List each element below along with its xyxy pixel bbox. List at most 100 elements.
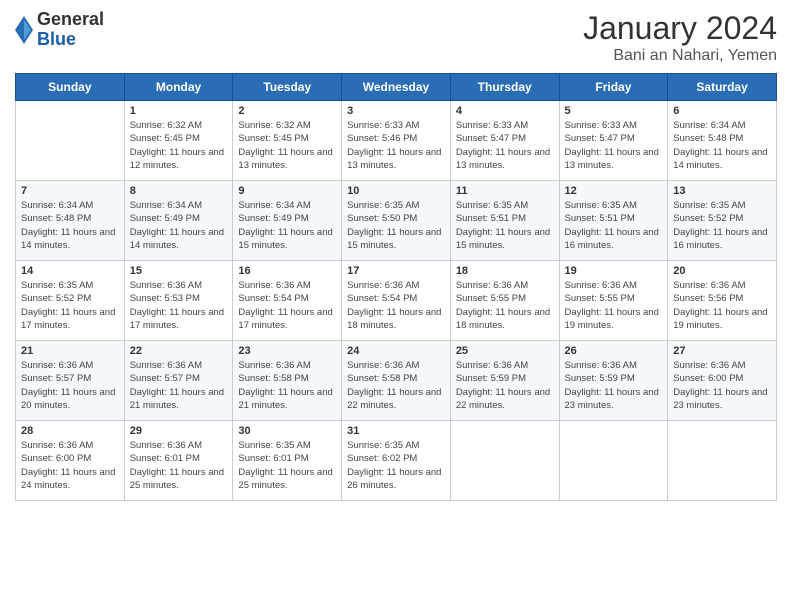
- calendar-week-row: 1Sunrise: 6:32 AMSunset: 5:45 PMDaylight…: [16, 101, 777, 181]
- date-number: 9: [238, 185, 336, 197]
- logo-general: General: [37, 10, 104, 30]
- calendar-cell: 12 Sunrise: 6:35 AMSunset: 5:51 PMDayligh…: [559, 181, 668, 261]
- main-title: January 2024: [583, 10, 777, 47]
- header: General Blue January 2024 Bani an Nahari…: [15, 10, 777, 65]
- cell-details: Sunrise: 6:36 AMSunset: 5:57 PMDaylight:…: [130, 359, 228, 412]
- cell-details: Sunrise: 6:34 AMSunset: 5:48 PMDaylight:…: [21, 199, 119, 252]
- cell-details: Sunrise: 6:35 AMSunset: 6:01 PMDaylight:…: [238, 439, 336, 492]
- calendar-week-row: 14 Sunrise: 6:35 AMSunset: 5:52 PMDayligh…: [16, 261, 777, 341]
- cell-details: Sunrise: 6:36 AMSunset: 5:55 PMDaylight:…: [456, 279, 554, 332]
- calendar-cell: 30 Sunrise: 6:35 AMSunset: 6:01 PMDayligh…: [233, 421, 342, 501]
- calendar-cell: 17 Sunrise: 6:36 AMSunset: 5:54 PMDayligh…: [342, 261, 451, 341]
- date-number: 1: [130, 105, 228, 117]
- date-number: 26: [565, 345, 663, 357]
- date-number: 3: [347, 105, 445, 117]
- calendar-cell: [450, 421, 559, 501]
- calendar-table: SundayMondayTuesdayWednesdayThursdayFrid…: [15, 73, 777, 501]
- calendar-cell: 1Sunrise: 6:32 AMSunset: 5:45 PMDaylight…: [124, 101, 233, 181]
- calendar-cell: 11 Sunrise: 6:35 AMSunset: 5:51 PMDayligh…: [450, 181, 559, 261]
- date-number: 16: [238, 265, 336, 277]
- cell-details: Sunrise: 6:35 AMSunset: 5:51 PMDaylight:…: [565, 199, 663, 252]
- cell-details: Sunrise: 6:36 AMSunset: 5:56 PMDaylight:…: [673, 279, 771, 332]
- day-header: Thursday: [450, 74, 559, 101]
- day-header: Sunday: [16, 74, 125, 101]
- calendar-cell: 13Sunrise: 6:35 AMSunset: 5:52 PMDayligh…: [668, 181, 777, 261]
- cell-details: Sunrise: 6:36 AMSunset: 6:00 PMDaylight:…: [673, 359, 771, 412]
- day-header: Saturday: [668, 74, 777, 101]
- header-row: SundayMondayTuesdayWednesdayThursdayFrid…: [16, 74, 777, 101]
- date-number: 4: [456, 105, 554, 117]
- cell-details: Sunrise: 6:36 AMSunset: 5:57 PMDaylight:…: [21, 359, 119, 412]
- calendar-cell: 23 Sunrise: 6:36 AMSunset: 5:58 PMDayligh…: [233, 341, 342, 421]
- calendar-cell: 24 Sunrise: 6:36 AMSunset: 5:58 PMDayligh…: [342, 341, 451, 421]
- day-header: Tuesday: [233, 74, 342, 101]
- cell-details: Sunrise: 6:33 AMSunset: 5:46 PMDaylight:…: [347, 119, 445, 172]
- date-number: 30: [238, 425, 336, 437]
- date-number: 23: [238, 345, 336, 357]
- date-number: 17: [347, 265, 445, 277]
- date-number: 25: [456, 345, 554, 357]
- date-number: 28: [21, 425, 119, 437]
- cell-details: Sunrise: 6:36 AMSunset: 5:59 PMDaylight:…: [565, 359, 663, 412]
- day-header: Friday: [559, 74, 668, 101]
- date-number: 24: [347, 345, 445, 357]
- cell-details: Sunrise: 6:36 AMSunset: 6:01 PMDaylight:…: [130, 439, 228, 492]
- date-number: 6: [673, 105, 771, 117]
- cell-details: Sunrise: 6:34 AMSunset: 5:49 PMDaylight:…: [238, 199, 336, 252]
- calendar-week-row: 7 Sunrise: 6:34 AMSunset: 5:48 PMDaylight…: [16, 181, 777, 261]
- calendar-cell: 15Sunrise: 6:36 AMSunset: 5:53 PMDayligh…: [124, 261, 233, 341]
- calendar-cell: [559, 421, 668, 501]
- calendar-week-row: 21 Sunrise: 6:36 AMSunset: 5:57 PMDayligh…: [16, 341, 777, 421]
- calendar-cell: 4 Sunrise: 6:33 AMSunset: 5:47 PMDaylight…: [450, 101, 559, 181]
- cell-details: Sunrise: 6:36 AMSunset: 5:59 PMDaylight:…: [456, 359, 554, 412]
- calendar-cell: 6 Sunrise: 6:34 AMSunset: 5:48 PMDaylight…: [668, 101, 777, 181]
- calendar-cell: 9 Sunrise: 6:34 AMSunset: 5:49 PMDaylight…: [233, 181, 342, 261]
- date-number: 21: [21, 345, 119, 357]
- date-number: 18: [456, 265, 554, 277]
- cell-details: Sunrise: 6:36 AMSunset: 6:00 PMDaylight:…: [21, 439, 119, 492]
- cell-details: Sunrise: 6:36 AMSunset: 5:54 PMDaylight:…: [238, 279, 336, 332]
- date-number: 10: [347, 185, 445, 197]
- calendar-cell: 7 Sunrise: 6:34 AMSunset: 5:48 PMDaylight…: [16, 181, 125, 261]
- date-number: 27: [673, 345, 771, 357]
- cell-details: Sunrise: 6:35 AMSunset: 5:51 PMDaylight:…: [456, 199, 554, 252]
- date-number: 13: [673, 185, 771, 197]
- cell-details: Sunrise: 6:36 AMSunset: 5:53 PMDaylight:…: [130, 279, 228, 332]
- logo: General Blue: [15, 10, 104, 50]
- date-number: 11: [456, 185, 554, 197]
- calendar-cell: [668, 421, 777, 501]
- calendar-cell: 19Sunrise: 6:36 AMSunset: 5:55 PMDayligh…: [559, 261, 668, 341]
- calendar-cell: [16, 101, 125, 181]
- calendar-cell: 3 Sunrise: 6:33 AMSunset: 5:46 PMDaylight…: [342, 101, 451, 181]
- cell-details: Sunrise: 6:36 AMSunset: 5:55 PMDaylight:…: [565, 279, 663, 332]
- date-number: 12: [565, 185, 663, 197]
- calendar-cell: 10Sunrise: 6:35 AMSunset: 5:50 PMDayligh…: [342, 181, 451, 261]
- calendar-cell: 20 Sunrise: 6:36 AMSunset: 5:56 PMDayligh…: [668, 261, 777, 341]
- cell-details: Sunrise: 6:34 AMSunset: 5:48 PMDaylight:…: [673, 119, 771, 172]
- date-number: 22: [130, 345, 228, 357]
- calendar-week-row: 28 Sunrise: 6:36 AMSunset: 6:00 PMDayligh…: [16, 421, 777, 501]
- subtitle: Bani an Nahari, Yemen: [583, 47, 777, 65]
- calendar-cell: 27 Sunrise: 6:36 AMSunset: 6:00 PMDayligh…: [668, 341, 777, 421]
- cell-details: Sunrise: 6:36 AMSunset: 5:54 PMDaylight:…: [347, 279, 445, 332]
- logo-text: General Blue: [37, 10, 104, 50]
- calendar-cell: 21 Sunrise: 6:36 AMSunset: 5:57 PMDayligh…: [16, 341, 125, 421]
- cell-details: Sunrise: 6:35 AMSunset: 5:52 PMDaylight:…: [21, 279, 119, 332]
- date-number: 31: [347, 425, 445, 437]
- date-number: 5: [565, 105, 663, 117]
- date-number: 14: [21, 265, 119, 277]
- day-header: Wednesday: [342, 74, 451, 101]
- cell-details: Sunrise: 6:36 AMSunset: 5:58 PMDaylight:…: [238, 359, 336, 412]
- cell-details: Sunrise: 6:33 AMSunset: 5:47 PMDaylight:…: [565, 119, 663, 172]
- calendar-cell: 8Sunrise: 6:34 AMSunset: 5:49 PMDaylight…: [124, 181, 233, 261]
- calendar-cell: 18 Sunrise: 6:36 AMSunset: 5:55 PMDayligh…: [450, 261, 559, 341]
- day-header: Monday: [124, 74, 233, 101]
- calendar-cell: 31Sunrise: 6:35 AMSunset: 6:02 PMDayligh…: [342, 421, 451, 501]
- date-number: 20: [673, 265, 771, 277]
- cell-details: Sunrise: 6:33 AMSunset: 5:47 PMDaylight:…: [456, 119, 554, 172]
- date-number: 8: [130, 185, 228, 197]
- date-number: 7: [21, 185, 119, 197]
- calendar-cell: 28 Sunrise: 6:36 AMSunset: 6:00 PMDayligh…: [16, 421, 125, 501]
- cell-details: Sunrise: 6:36 AMSunset: 5:58 PMDaylight:…: [347, 359, 445, 412]
- date-number: 29: [130, 425, 228, 437]
